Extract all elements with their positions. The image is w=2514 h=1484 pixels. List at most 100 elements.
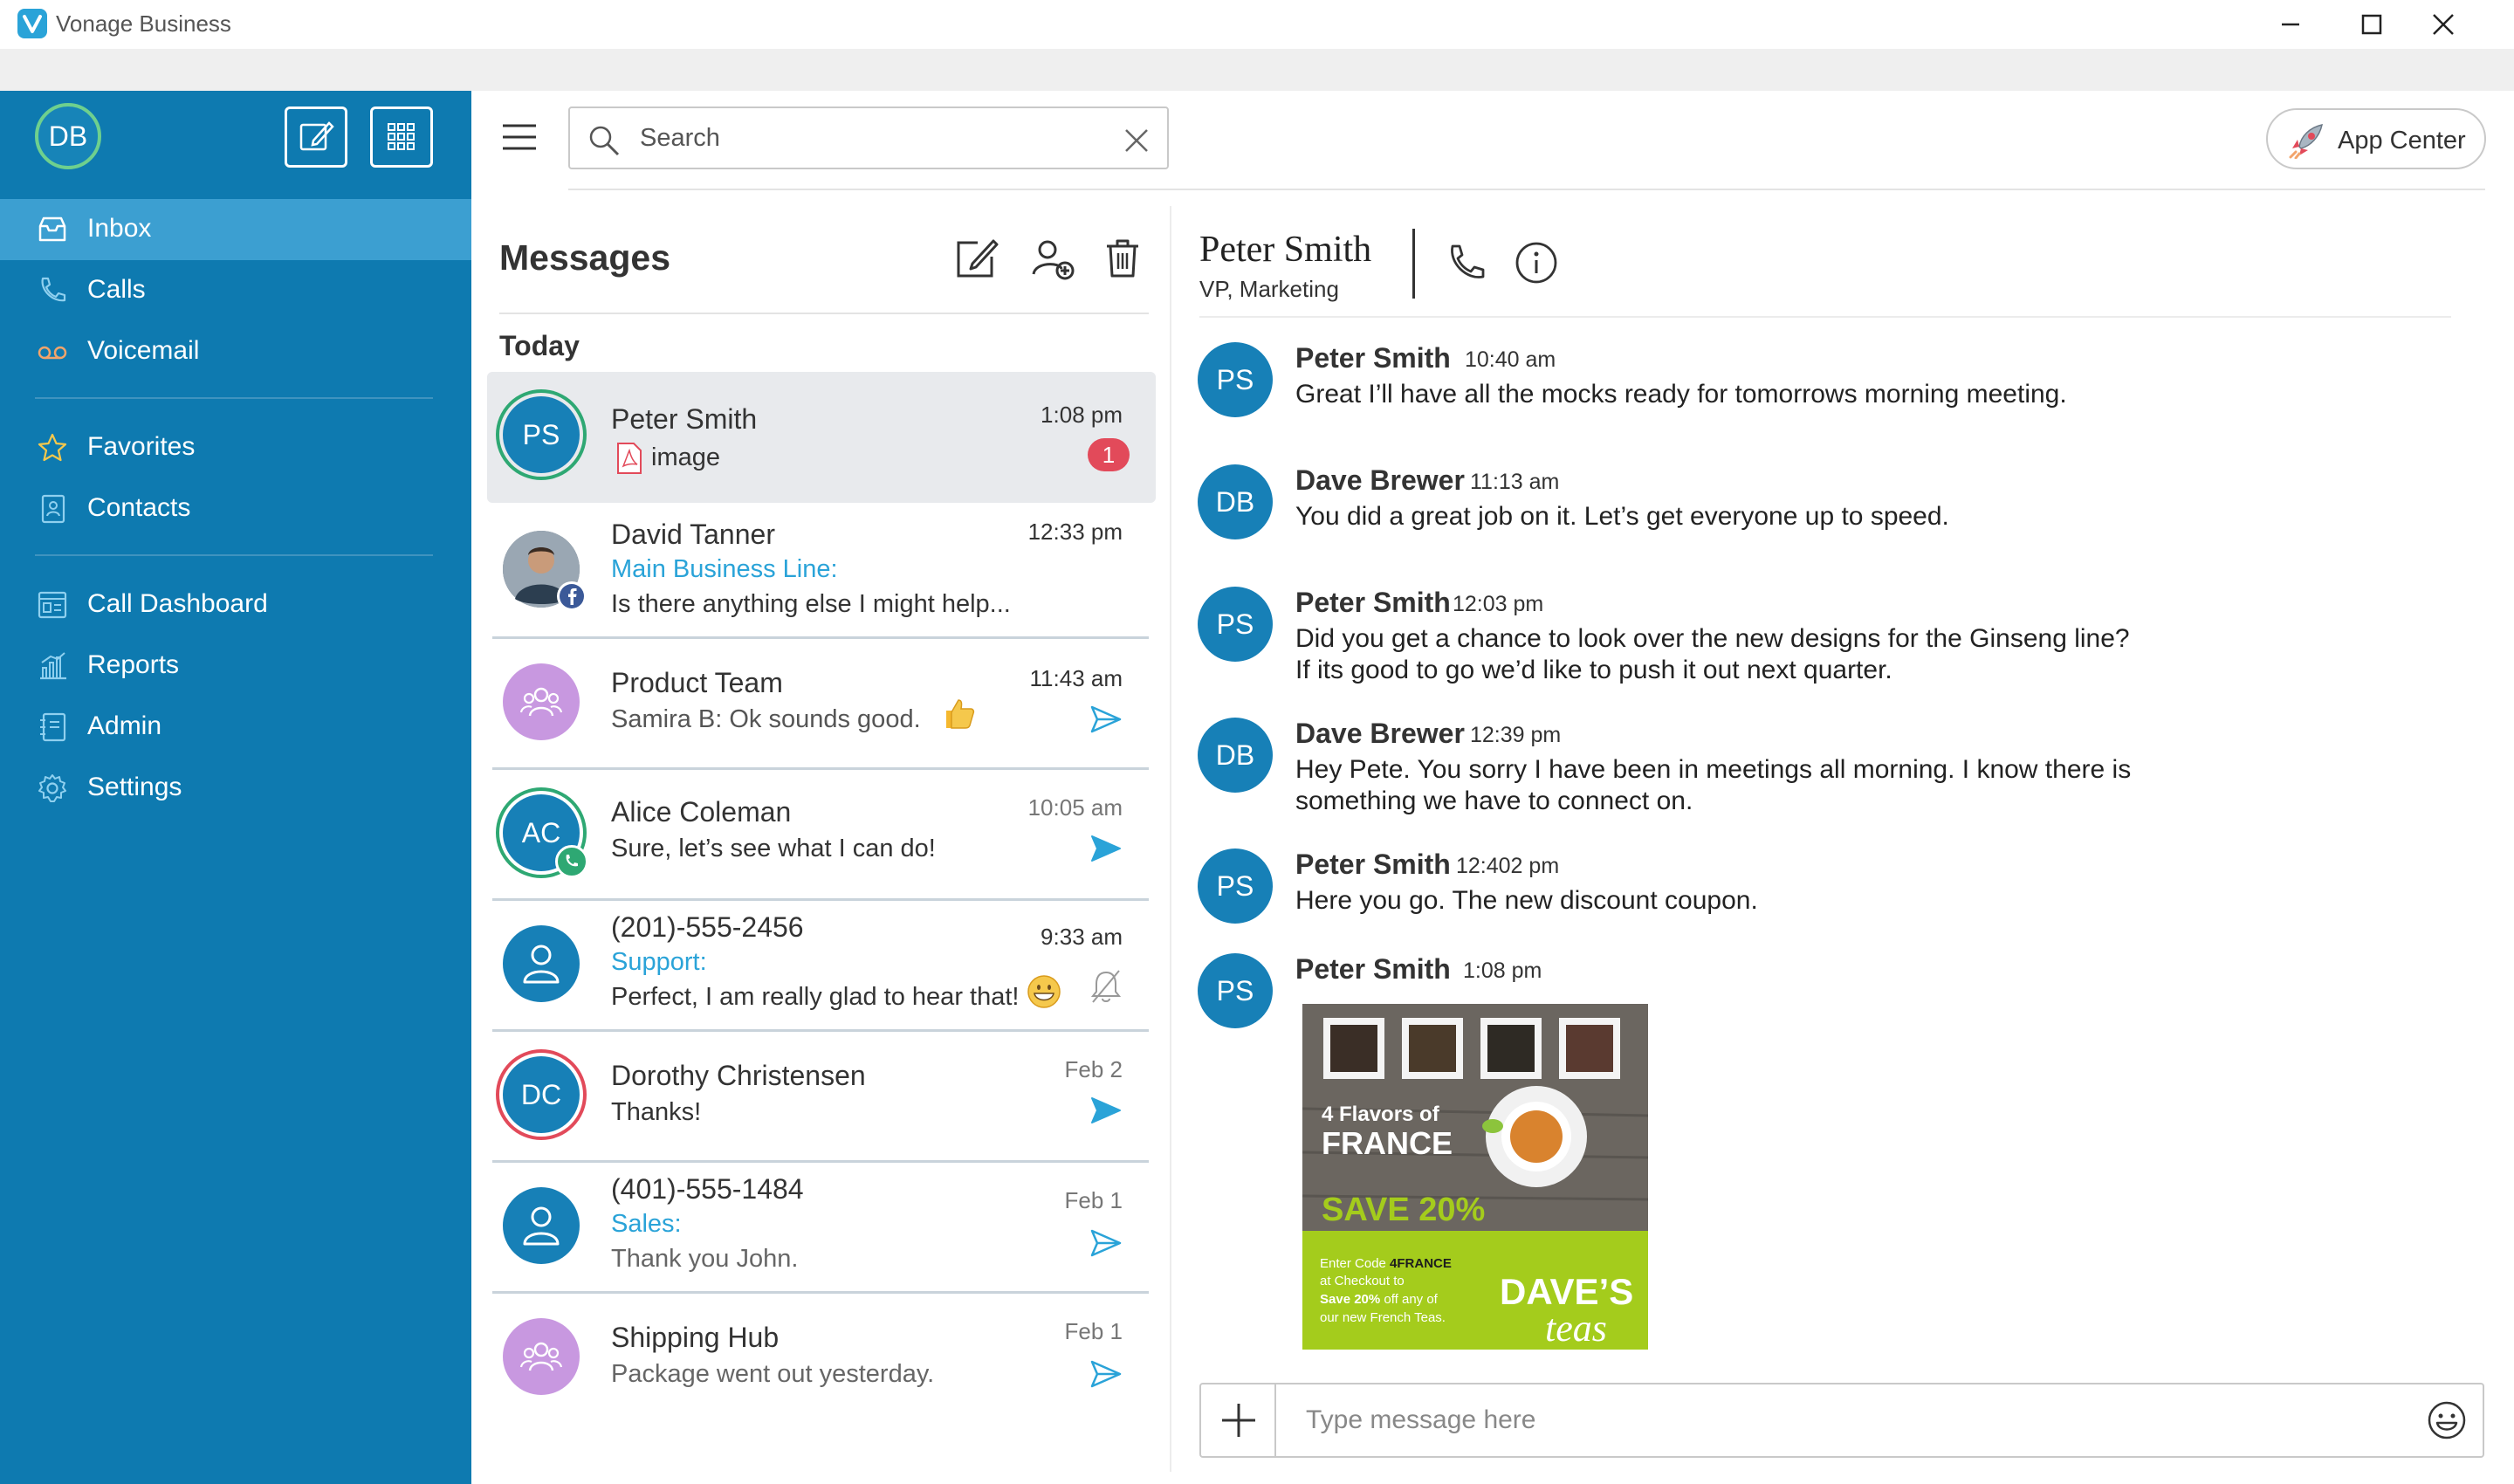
person-icon xyxy=(523,1206,560,1246)
add-attachment-button[interactable] xyxy=(1201,1384,1276,1456)
avatar: DB xyxy=(1198,718,1273,793)
message-time: 11:13 am xyxy=(1470,470,1560,494)
sidebar-item-settings[interactable]: Settings xyxy=(0,758,471,819)
chat-contact-name: Peter Smith xyxy=(1199,230,1372,270)
sidebar-divider xyxy=(35,554,433,556)
search-icon xyxy=(587,124,621,157)
message-author: Dave Brewer xyxy=(1295,718,1465,749)
conversation-line: Support: xyxy=(611,948,707,976)
message-text: Great I’ll have all the mocks ready for … xyxy=(1295,380,2067,409)
sent-icon xyxy=(1089,1227,1123,1259)
hamburger-icon xyxy=(503,124,536,150)
compose-icon xyxy=(957,239,999,278)
message-input[interactable]: Type message here xyxy=(1306,1405,1535,1435)
chat-header-line xyxy=(1199,316,2451,318)
message-time: 12:03 pm xyxy=(1453,592,1544,616)
conversation-item[interactable]: Product Team Samira B: Ok sounds good. 1… xyxy=(487,637,1156,770)
message-time: 1:08 pm xyxy=(1463,958,1542,983)
group-icon xyxy=(519,687,563,717)
my-avatar[interactable]: DB xyxy=(35,103,101,169)
conversation-item[interactable]: DC Dorothy Christensen Thanks! Feb 2 xyxy=(487,1030,1156,1163)
messages-title: Messages xyxy=(499,237,671,278)
close-button[interactable] xyxy=(2416,7,2469,42)
menu-button[interactable] xyxy=(501,122,538,152)
conversation-preview: Is there anything else I might help... xyxy=(611,590,1011,618)
conversation-name: Peter Smith xyxy=(611,403,758,435)
phone-icon xyxy=(1451,244,1485,278)
chat-header-divider xyxy=(1412,229,1415,299)
sidebar-item-calls[interactable]: Calls xyxy=(0,260,471,321)
avatar: DC xyxy=(503,1056,580,1133)
contact-info-button[interactable] xyxy=(1514,239,1559,286)
plus-icon xyxy=(1222,1404,1255,1437)
svg-text:at Checkout to: at Checkout to xyxy=(1320,1274,1405,1288)
sidebar-item-admin[interactable]: Admin xyxy=(0,697,471,758)
conversation-item[interactable]: David Tanner Main Business Line: Is ther… xyxy=(487,506,1156,639)
conversation-time: 11:43 am xyxy=(1029,665,1123,691)
apps-grid-button[interactable] xyxy=(370,106,433,168)
svg-text:DAVE’S: DAVE’S xyxy=(1500,1271,1633,1312)
conversation-preview: Perfect, I am really glad to hear that! xyxy=(611,983,1020,1011)
sidebar-item-label: Reports xyxy=(87,650,180,679)
svg-text:teas: teas xyxy=(1545,1307,1607,1350)
sidebar-item-label: Call Dashboard xyxy=(87,589,268,618)
delete-button[interactable] xyxy=(1098,234,1147,283)
svg-text:FRANCE: FRANCE xyxy=(1322,1125,1453,1161)
conversation-preview: Thanks! xyxy=(611,1098,702,1126)
sidebar-item-reports[interactable]: Reports xyxy=(0,636,471,697)
conversation-item[interactable]: PS Peter Smith image 1:08 pm 1 xyxy=(487,372,1156,503)
maximize-button[interactable] xyxy=(2345,7,2397,42)
message-author: Peter Smith xyxy=(1295,953,1451,985)
conversation-item[interactable]: AC Alice Coleman Sure, let’s see what I … xyxy=(487,768,1156,901)
avatar: PS xyxy=(503,396,580,473)
clear-search-icon[interactable] xyxy=(1122,126,1151,155)
coupon-image-attachment[interactable]: 4 Flavors of FRANCE SAVE 20% Enter Code … xyxy=(1302,1004,1648,1350)
avatar: DB xyxy=(1198,464,1273,539)
dashboard-icon xyxy=(35,589,70,621)
rocket-icon xyxy=(2287,122,2325,159)
toolbar-strip xyxy=(0,49,2514,91)
conversation-preview: image xyxy=(651,443,720,471)
svg-text:our new French Teas.: our new French Teas. xyxy=(1320,1310,1446,1325)
message-text: Here you go. The new discount coupon. xyxy=(1295,886,1758,915)
conversation-preview: Package went out yesterday. xyxy=(611,1360,935,1388)
conversation-item[interactable]: (201)-555-2456 Support: Perfect, I am re… xyxy=(487,899,1156,1032)
message-text: Did you get a chance to look over the ne… xyxy=(1295,624,2130,684)
conversation-name: Alice Coleman xyxy=(611,796,792,828)
sidebar-item-inbox[interactable]: Inbox xyxy=(0,199,471,260)
message-composer: Type message here xyxy=(1199,1383,2484,1458)
sidebar-item-label: Calls xyxy=(87,275,146,304)
sidebar-item-label: Favorites xyxy=(87,432,196,461)
sidebar-item-label: Contacts xyxy=(87,493,191,522)
new-message-button[interactable] xyxy=(285,106,347,168)
sent-icon xyxy=(1089,1095,1123,1126)
conversation-item[interactable]: Shipping Hub Package went out yesterday.… xyxy=(487,1292,1156,1423)
sidebar-item-call-dashboard[interactable]: Call Dashboard xyxy=(0,574,471,636)
sidebar-item-favorites[interactable]: Favorites xyxy=(0,417,471,478)
svg-text:SAVE 20%: SAVE 20% xyxy=(1322,1192,1485,1228)
add-contact-button[interactable] xyxy=(1028,234,1077,283)
emoji-button[interactable] xyxy=(2427,1400,2467,1440)
conversation-name: Product Team xyxy=(611,667,783,698)
vonage-logo-icon xyxy=(17,9,47,38)
sent-icon xyxy=(1089,833,1123,864)
call-button[interactable] xyxy=(1444,239,1489,286)
sidebar-item-voicemail[interactable]: Voicemail xyxy=(0,321,471,382)
group-icon xyxy=(519,1342,563,1371)
app-center-button[interactable]: App Center xyxy=(2266,108,2486,169)
search-box[interactable]: Search xyxy=(568,106,1169,169)
conversation-item[interactable]: (401)-555-1484 Sales: Thank you John. Fe… xyxy=(487,1161,1156,1294)
minimize-button[interactable] xyxy=(2264,7,2317,42)
sidebar: DB Inbox Calls Voicemail Favorites Conta… xyxy=(0,91,471,1484)
gear-icon xyxy=(35,773,70,804)
reports-icon xyxy=(35,650,70,682)
sent-icon xyxy=(1089,704,1123,735)
app-center-label: App Center xyxy=(2338,127,2466,155)
conversation-name: (201)-555-2456 xyxy=(611,911,804,943)
sidebar-item-contacts[interactable]: Contacts xyxy=(0,478,471,539)
sidebar-item-label: Inbox xyxy=(87,214,152,243)
compose-button[interactable] xyxy=(951,234,1000,283)
search-input[interactable]: Search xyxy=(640,124,720,153)
group-avatar xyxy=(503,1318,580,1395)
vonage-business-window: Vonage Business DB Inbox Calls Voicemail… xyxy=(0,0,2514,1484)
